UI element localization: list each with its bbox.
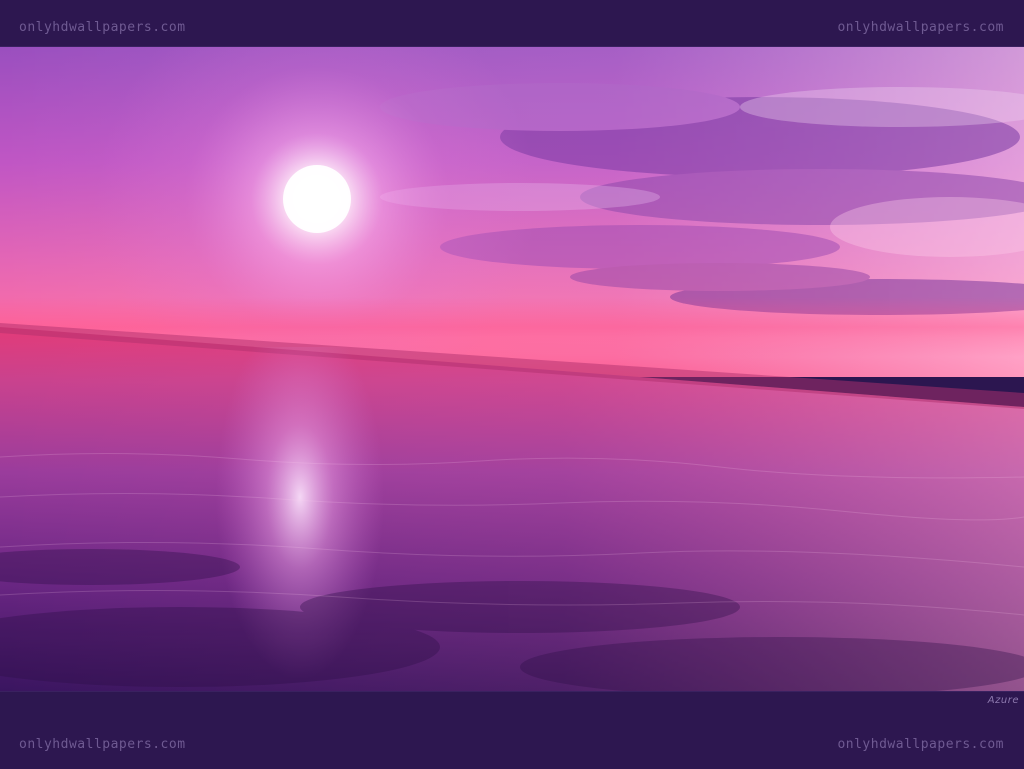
watermark-top-left: onlyhdwallpapers.com bbox=[19, 20, 186, 35]
sunset-sea-photo bbox=[0, 47, 1024, 691]
watermark-bottom-left: onlyhdwallpapers.com bbox=[19, 737, 186, 752]
watermark-top-right: onlyhdwallpapers.com bbox=[837, 20, 1004, 35]
watermark-bottom-right: onlyhdwallpapers.com bbox=[837, 737, 1004, 752]
top-frame-bar: onlyhdwallpapers.com onlyhdwallpapers.co… bbox=[0, 0, 1024, 47]
bottom-frame-bar bbox=[0, 691, 1024, 769]
artist-credit: Azure bbox=[987, 695, 1019, 706]
